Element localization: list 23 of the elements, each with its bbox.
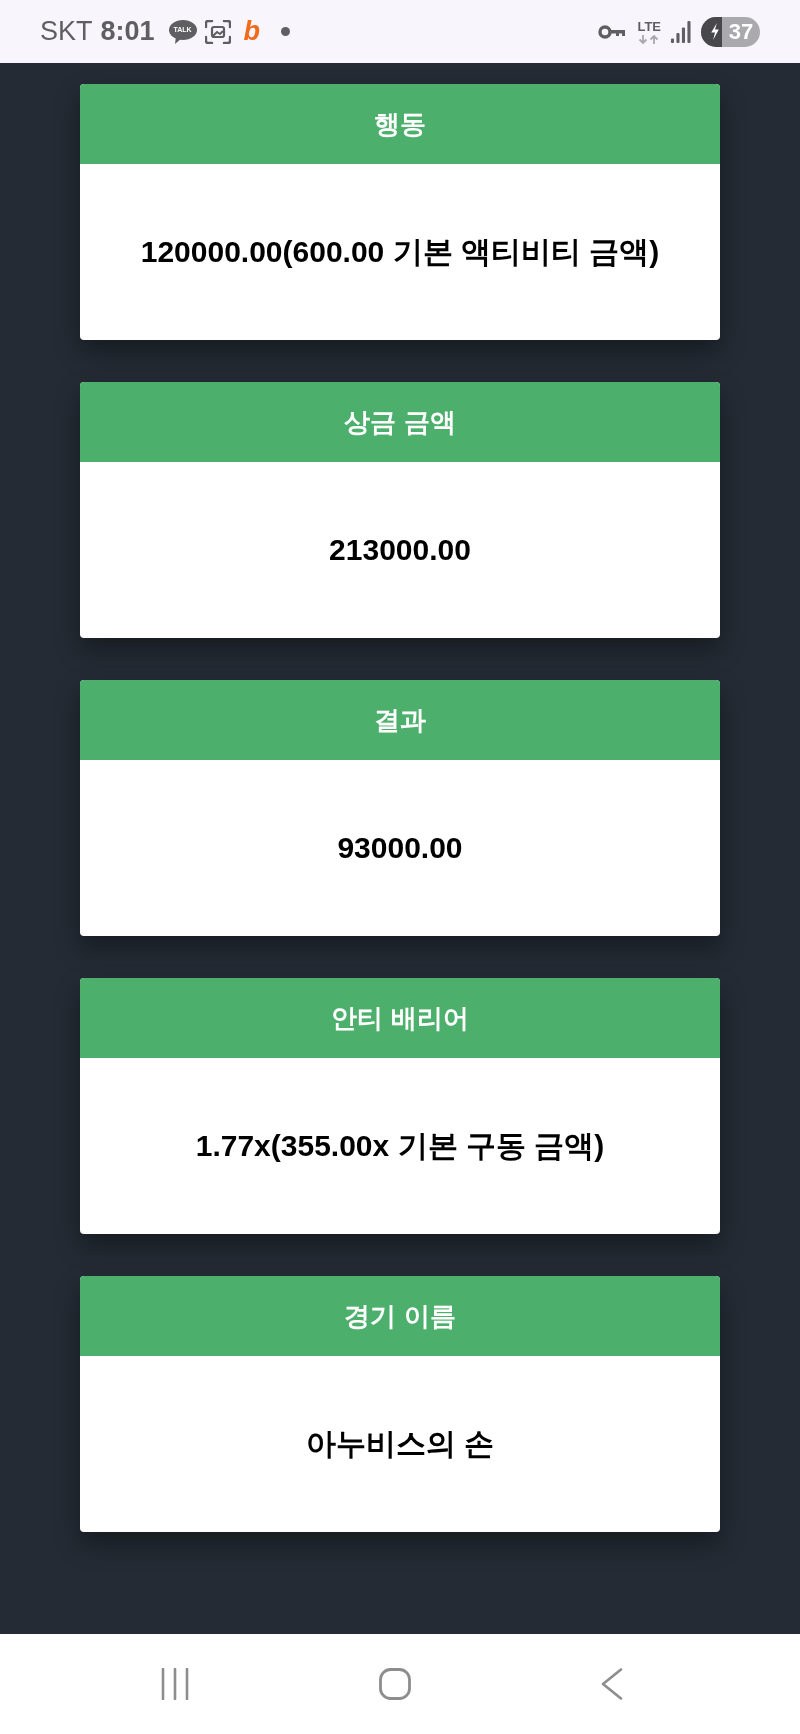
recent-apps-icon[interactable]	[161, 1668, 189, 1700]
card-value: 93000.00	[337, 831, 463, 865]
data-arrows-icon	[638, 34, 661, 44]
screenshot-icon	[204, 19, 231, 44]
card-value: 120000.00(600.00 기본 액티비티 금액)	[140, 233, 660, 270]
app-logo: b	[243, 18, 261, 45]
card-title: 결과	[80, 680, 720, 760]
clock-time: 8:01	[100, 16, 155, 47]
key-icon	[598, 23, 627, 40]
battery-percent: 37	[727, 17, 755, 46]
home-icon[interactable]	[379, 1668, 411, 1700]
carrier-name: SKT	[40, 16, 93, 47]
card-title: 행동	[80, 84, 720, 164]
network-type: LTE	[637, 19, 661, 33]
card-title: 상금 금액	[80, 382, 720, 462]
card-title: 경기 이름	[80, 1276, 720, 1356]
card-value: 1.77x(355.00x 기본 구동 금액)	[195, 1127, 605, 1164]
back-icon[interactable]	[601, 1668, 623, 1700]
card-value: 213000.00	[329, 533, 471, 567]
signal-icon	[670, 20, 692, 43]
card-title: 안티 배리어	[80, 978, 720, 1058]
dot-icon	[281, 27, 291, 36]
card-value: 아누비스의 손	[305, 1425, 495, 1462]
